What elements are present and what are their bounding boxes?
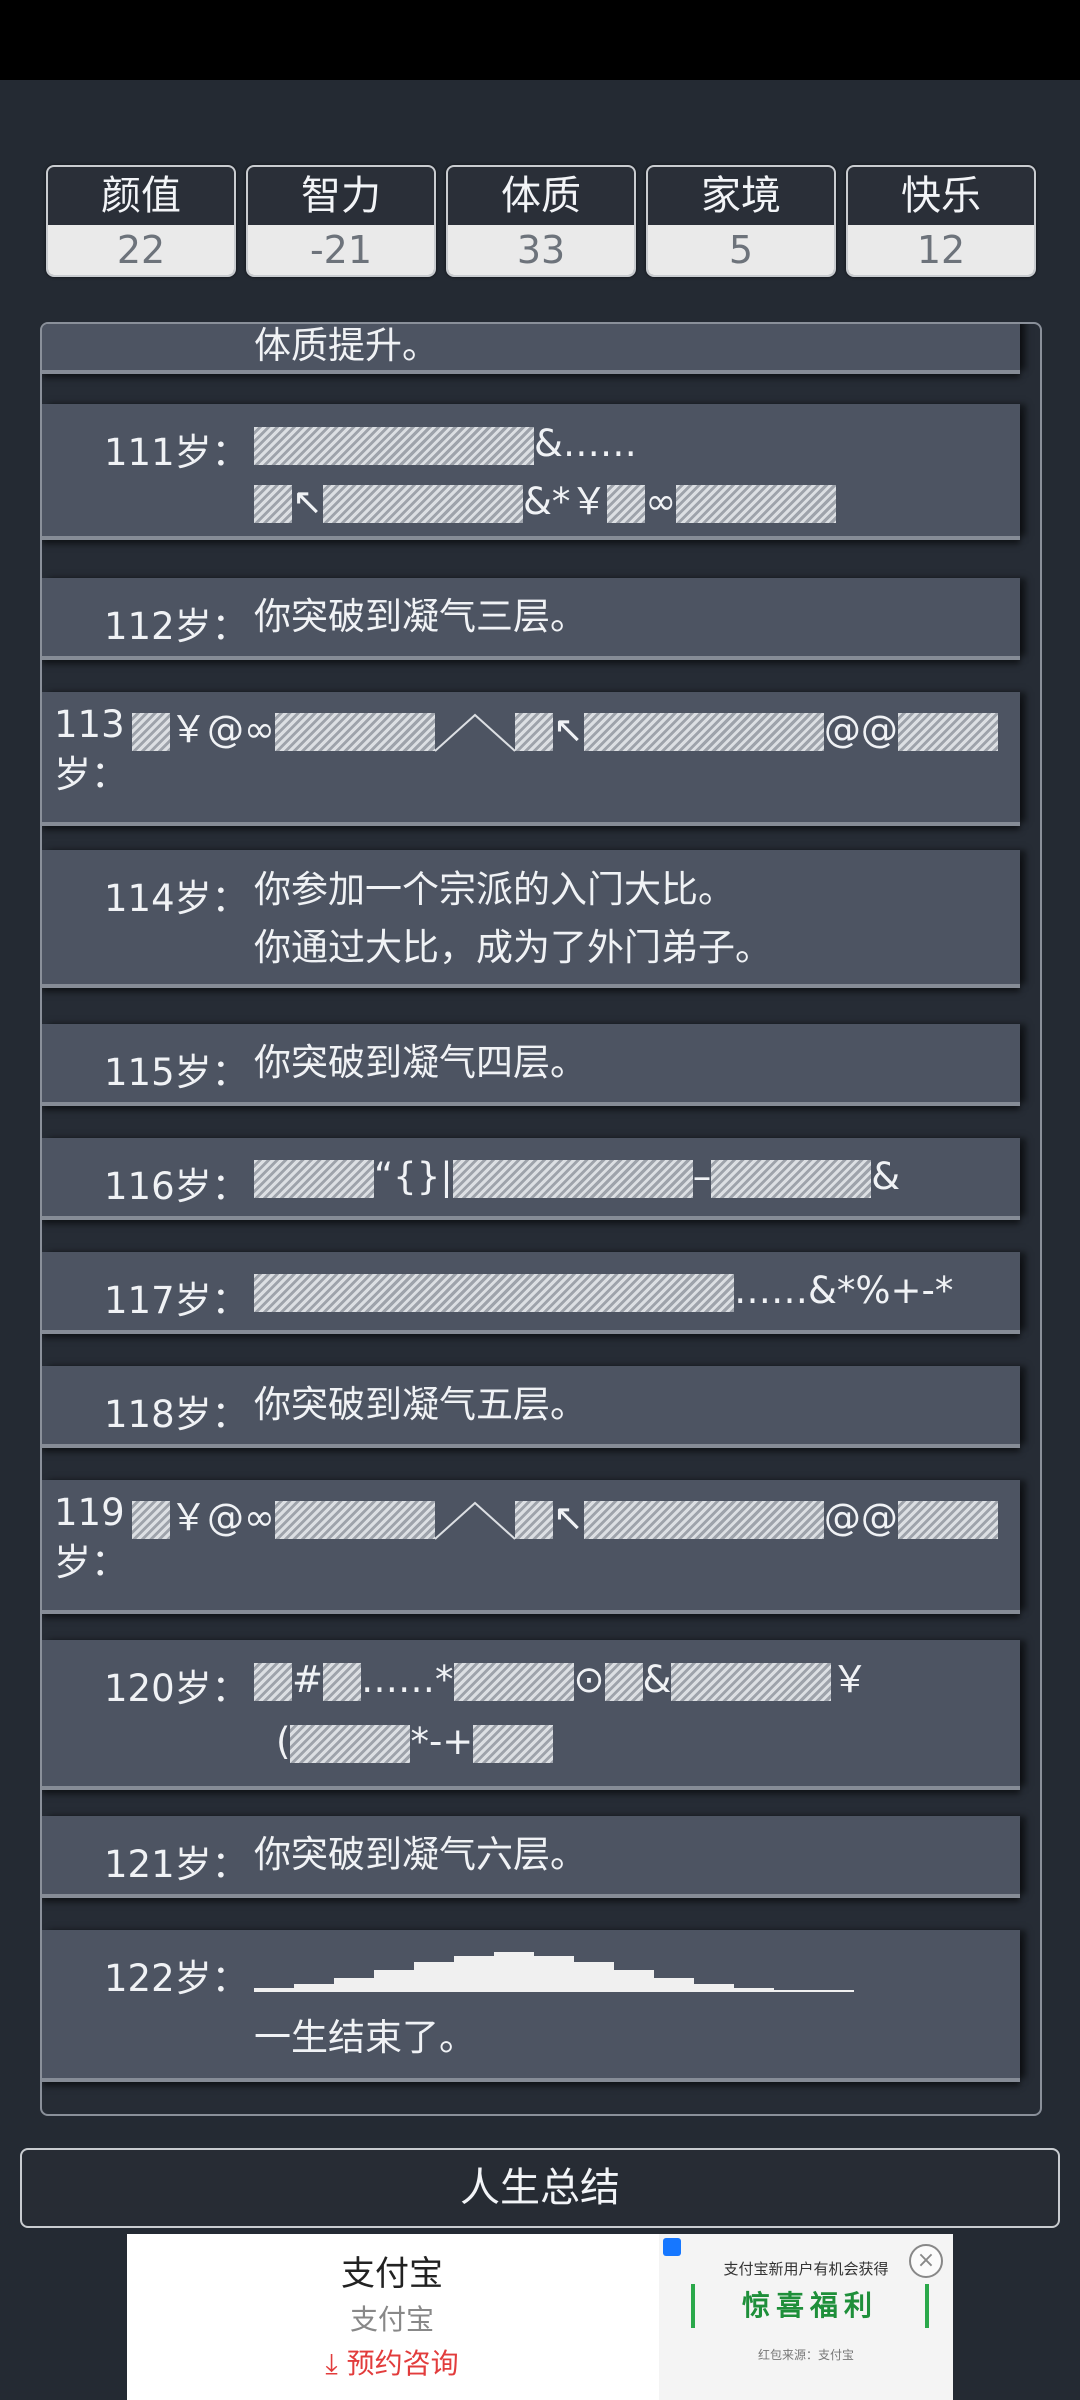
ad-subtitle: 支付宝 [349, 2303, 434, 2336]
timeline-row: 121岁： 你突破到凝气六层。 [42, 1816, 1020, 1894]
attr-intelligence: 智力 -21 [246, 165, 436, 277]
close-icon[interactable]: × [909, 2244, 943, 2278]
attr-value: -21 [248, 225, 434, 275]
timeline-row: 115岁： 你突破到凝气四层。 [42, 1024, 1020, 1102]
glitch-bars [254, 1952, 854, 1992]
age-label: 122岁： [104, 1957, 249, 2000]
attr-value: 12 [848, 225, 1034, 275]
attr-value: 33 [448, 225, 634, 275]
age-label: 112岁： [104, 605, 249, 648]
timeline-row: 体质提升。 [42, 324, 1020, 370]
event-text: ￥@∞ ↖ @@ [132, 1488, 998, 1548]
timeline-row: 112岁： 你突破到凝气三层。 [42, 578, 1020, 656]
event-text: 体质提升。 [254, 324, 439, 367]
event-text: “{}| – & [254, 1147, 900, 1207]
timeline-row: 111岁： &…… ↖ &*￥ ∞ [42, 404, 1020, 536]
event-text: # ……* ⊙ & ￥ [254, 1650, 868, 1710]
attr-label: 颜值 [101, 173, 181, 219]
attr-label: 快乐 [901, 173, 981, 219]
ad-cta-button[interactable]: ⤓ 预约咨询 [127, 2342, 657, 2382]
attr-label: 智力 [301, 173, 381, 219]
attr-value: 5 [648, 225, 834, 275]
age-label: 120岁： [104, 1667, 249, 1710]
event-text: 你突破到凝气六层。 [254, 1833, 587, 1876]
status-bar [0, 0, 1080, 80]
alipay-logo-icon [663, 2238, 681, 2256]
attr-happiness: 快乐 12 [846, 165, 1036, 277]
timeline-row: 116岁： “{}| – & [42, 1138, 1020, 1216]
timeline-row: 114岁： 你参加一个宗派的入门大比。 你通过大比，成为了外门弟子。 [42, 850, 1020, 984]
attr-value: 22 [48, 225, 234, 275]
life-summary-button[interactable]: 人生总结 [20, 2148, 1060, 2228]
attr-label: 体质 [501, 173, 581, 219]
event-text: ￥@∞ ↖ @@ [132, 700, 998, 760]
event-text: ……&*%+-* [254, 1261, 953, 1321]
attr-label: 家境 [701, 173, 781, 219]
timeline-row: 118岁： 你突破到凝气五层。 [42, 1366, 1020, 1444]
event-text: 你参加一个宗派的入门大比。 [254, 868, 735, 911]
age-label: 111岁： [104, 431, 249, 474]
life-timeline[interactable]: 体质提升。 111岁： &…… ↖ &*￥ ∞ 112岁： 你突破到凝气三层。 11… [40, 322, 1042, 2116]
age-label: 117岁： [104, 1279, 249, 1322]
timeline-row: 117岁： ……&*%+-* [42, 1252, 1020, 1330]
event-text: 你突破到凝气三层。 [254, 595, 587, 638]
event-text: (*-+ [276, 1712, 554, 1772]
timeline-row: 119岁： ￥@∞ ↖ @@ [42, 1480, 1020, 1610]
age-label: 116岁： [104, 1165, 249, 1208]
event-text: 一生结束了。 [254, 2016, 476, 2059]
age-label: 121岁： [104, 1843, 249, 1886]
ad-banner[interactable]: 支付宝 支付宝 ⤓ 预约咨询 支付宝新用户有机会获得 惊喜福利 红包来源：支付宝… [127, 2234, 953, 2400]
timeline-row: 122岁： 一生结束了。 [42, 1930, 1020, 2078]
ad-title: 支付宝 [341, 2254, 443, 2294]
ad-image[interactable]: 支付宝新用户有机会获得 惊喜福利 红包来源：支付宝 × [659, 2234, 953, 2400]
event-text: 你突破到凝气五层。 [254, 1383, 587, 1426]
age-label: 118岁： [104, 1393, 249, 1436]
attr-appearance: 颜值 22 [46, 165, 236, 277]
age-label: 114岁： [104, 877, 249, 920]
event-text: 你通过大比，成为了外门弟子。 [254, 926, 772, 969]
age-label: 115岁： [104, 1051, 249, 1094]
attribute-bar: 颜值 22 智力 -21 体质 33 家境 5 快乐 12 [46, 165, 1036, 277]
ad-banner-source: 红包来源：支付宝 [757, 2348, 854, 2362]
timeline-row: 120岁： # ……* ⊙ & ￥ (*-+ [42, 1640, 1020, 1786]
attr-family: 家境 5 [646, 165, 836, 277]
event-text: ↖ &*￥ ∞ [254, 472, 837, 532]
attr-constitution: 体质 33 [446, 165, 636, 277]
event-text: &…… [254, 414, 637, 474]
download-arrow-icon: ⤓ [325, 2347, 347, 2380]
ad-banner-headline: 惊喜福利 [691, 2284, 929, 2328]
event-text: 你突破到凝气四层。 [254, 1041, 587, 1084]
timeline-row: 113岁： ￥@∞ ↖ @@ [42, 692, 1020, 822]
